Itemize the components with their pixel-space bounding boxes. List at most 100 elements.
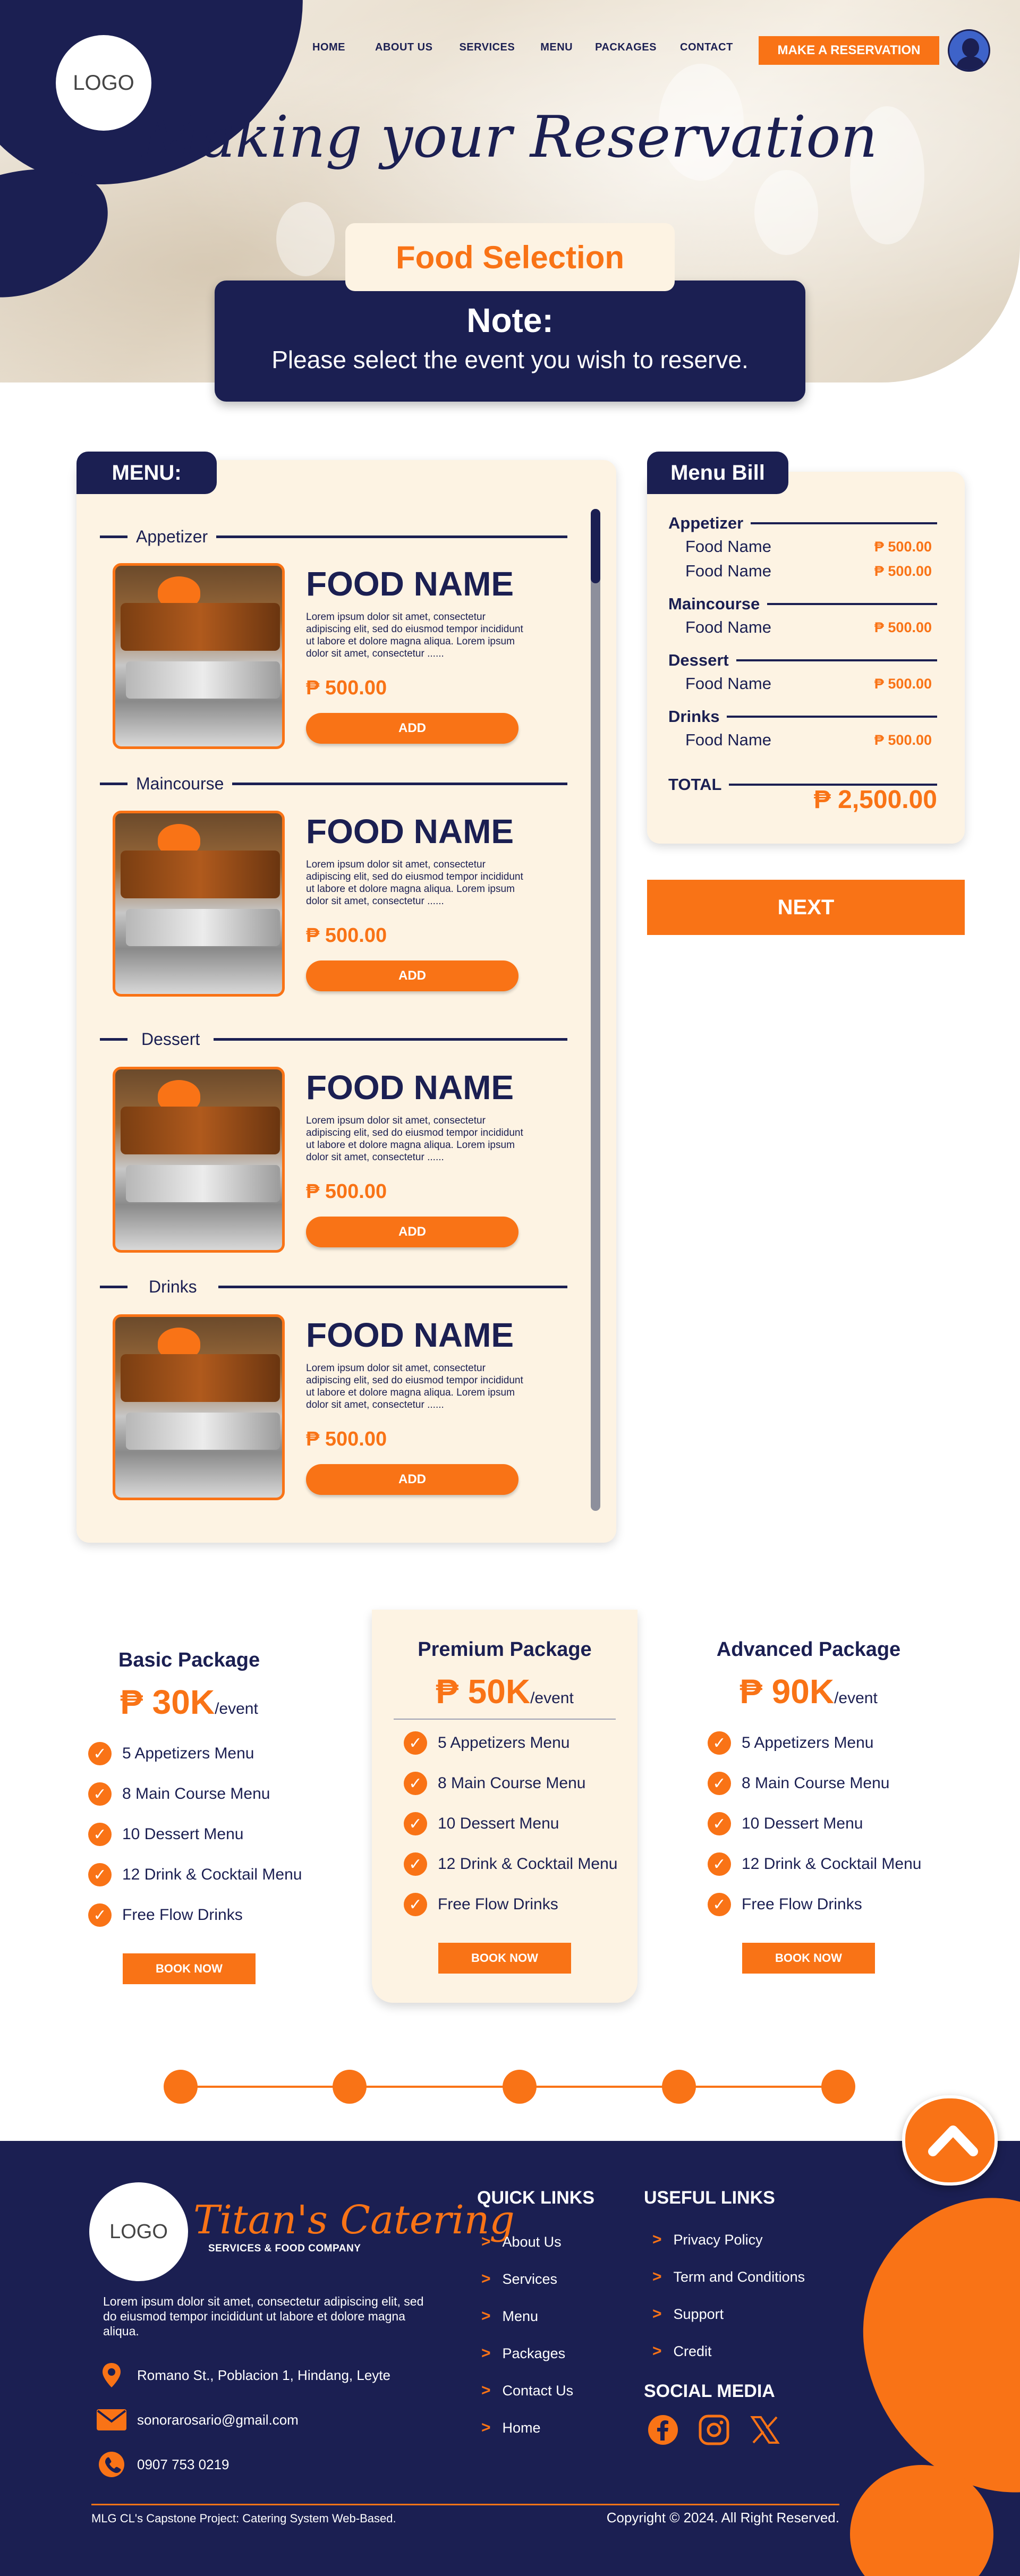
package-price: ₱ 90K/event [676,1672,941,1711]
back-to-top-button[interactable] [902,2095,998,2186]
x-icon[interactable] [749,2414,781,2446]
divider-line [751,522,937,524]
step-dot[interactable] [164,2070,198,2104]
link-label[interactable]: Credit [674,2343,712,2360]
category-divider-drinks: Drinks [100,1277,567,1296]
category-divider-appetizer: Appetizer [100,527,567,546]
footer-logo[interactable]: LOGO [89,2182,188,2281]
check-icon: ✓ [88,1823,112,1846]
nav-packages[interactable]: PACKAGES [595,41,657,54]
package-features: ✓ 5 Appetizers Menu ✓ 8 Main Course Menu ✓… [88,1733,322,1935]
package-title: Basic Package [118,1649,260,1671]
feature-label: 5 Appetizers Menu [742,1734,874,1752]
user-avatar-icon[interactable] [948,29,990,72]
link-label[interactable]: Privacy Policy [674,2232,763,2248]
step-dot[interactable] [333,2070,367,2104]
quick-link-packages[interactable]: > Packages [481,2343,565,2364]
useful-link-credit[interactable]: > Credit [652,2341,712,2362]
food-image-tray [126,1165,280,1202]
feature-label: Free Flow Drinks [438,1895,558,1913]
check-icon: ✓ [708,1812,731,1835]
chevron-right-icon: > [652,2268,662,2285]
package-price-value: ₱ 90K [740,1672,835,1711]
feature-label: 5 Appetizers Menu [122,1745,254,1762]
link-label[interactable]: Home [503,2420,541,2436]
chevron-right-icon: > [652,2305,662,2323]
divider-line [100,782,128,785]
contact-phone[interactable]: 0907 753 0219 [96,2451,230,2478]
package-feature: ✓ Free Flow Drinks [88,1895,322,1935]
useful-link-privacy-policy[interactable]: > Privacy Policy [652,2229,763,2250]
step-dot[interactable] [821,2070,855,2104]
book-now-button[interactable]: BOOK NOW [438,1943,571,1974]
brand-name: Titan's Catering [193,2197,515,2243]
facebook-icon[interactable] [647,2414,679,2446]
contact-email[interactable]: sonorarosario@gmail.com [96,2407,299,2433]
feature-label: 5 Appetizers Menu [438,1734,570,1752]
feature-label: 12 Drink & Cocktail Menu [122,1866,302,1883]
menu-scrollbar[interactable] [591,509,600,1511]
bill-item-name: Food Name [685,618,771,636]
add-button[interactable]: ADD [306,1464,518,1495]
step-dot[interactable] [662,2070,696,2104]
food-image-tray [126,1413,280,1450]
book-now-button[interactable]: BOOK NOW [123,1953,256,1984]
add-button[interactable]: ADD [306,713,518,744]
quick-link-contact-us[interactable]: > Contact Us [481,2380,573,2401]
page-title: Making your Reservation [142,104,878,171]
divider-line [736,659,937,661]
make-reservation-button[interactable]: MAKE A RESERVATION [759,36,939,65]
menu-bill-tab: Menu Bill [647,452,788,494]
menu-scrollbar-thumb[interactable] [591,509,600,583]
footer-copyright: Copyright © 2024. All Right Reserved. [606,2510,839,2526]
phone-text[interactable]: 0907 753 0219 [137,2456,230,2473]
quick-link-about-us[interactable]: > About Us [481,2231,562,2252]
add-button[interactable]: ADD [306,960,518,991]
package-basic: Basic Package ₱ 30K/event ✓ 5 Appetizers … [56,1620,322,2013]
nav-about-us[interactable]: ABOUT US [375,41,432,54]
quick-link-home[interactable]: > Home [481,2417,541,2438]
package-price: ₱ 30K/event [56,1682,322,1722]
category-label: Appetizer [136,526,208,546]
food-description: Lorem ipsum dolor sit amet, consectetur … [306,1363,523,1410]
link-label[interactable]: Contact Us [503,2383,574,2399]
nav-home[interactable]: HOME [312,41,345,54]
bill-item-price: ₱ 500.00 [874,563,932,579]
chevron-right-icon: > [481,2382,491,2399]
food-name: FOOD NAME [306,812,514,851]
useful-link-support[interactable]: > Support [652,2303,724,2325]
step-dot[interactable] [503,2070,537,2104]
decor-glass [276,202,335,276]
book-now-button[interactable]: BOOK NOW [742,1943,875,1974]
useful-link-terms[interactable]: > Term and Conditions [652,2266,805,2288]
food-price: ₱ 500.00 [306,924,387,947]
quick-link-menu[interactable]: > Menu [481,2306,538,2327]
add-button[interactable]: ADD [306,1217,518,1247]
food-price: ₱ 500.00 [306,677,387,699]
divider-line [100,1038,128,1041]
check-icon: ✓ [88,1903,112,1927]
package-feature: ✓ 12 Drink & Cocktail Menu [708,1844,941,1884]
link-label[interactable]: About Us [503,2234,562,2250]
bill-category: Drinks [668,707,937,726]
food-name: FOOD NAME [306,565,514,603]
quick-link-services[interactable]: > Services [481,2268,557,2290]
nav-menu[interactable]: MENU [540,41,573,54]
nav-services[interactable]: SERVICES [459,41,515,54]
check-icon: ✓ [708,1731,731,1755]
instagram-icon[interactable] [698,2414,730,2446]
link-label[interactable]: Packages [503,2345,566,2362]
link-label[interactable]: Menu [503,2308,539,2325]
bill-category: Maincourse [668,594,937,613]
check-icon: ✓ [88,1742,112,1765]
link-label[interactable]: Term and Conditions [674,2269,805,2285]
link-label[interactable]: Services [503,2271,558,2288]
next-button[interactable]: NEXT [647,880,965,935]
bill-item-name: Food Name [685,537,771,556]
note-text: Please select the event you wish to rese… [271,346,749,373]
nav-contact[interactable]: CONTACT [680,41,733,54]
email-text[interactable]: sonorarosario@gmail.com [137,2412,299,2428]
food-price: ₱ 500.00 [306,1428,387,1450]
social-media-heading: SOCIAL MEDIA [644,2381,775,2401]
link-label[interactable]: Support [674,2306,724,2323]
